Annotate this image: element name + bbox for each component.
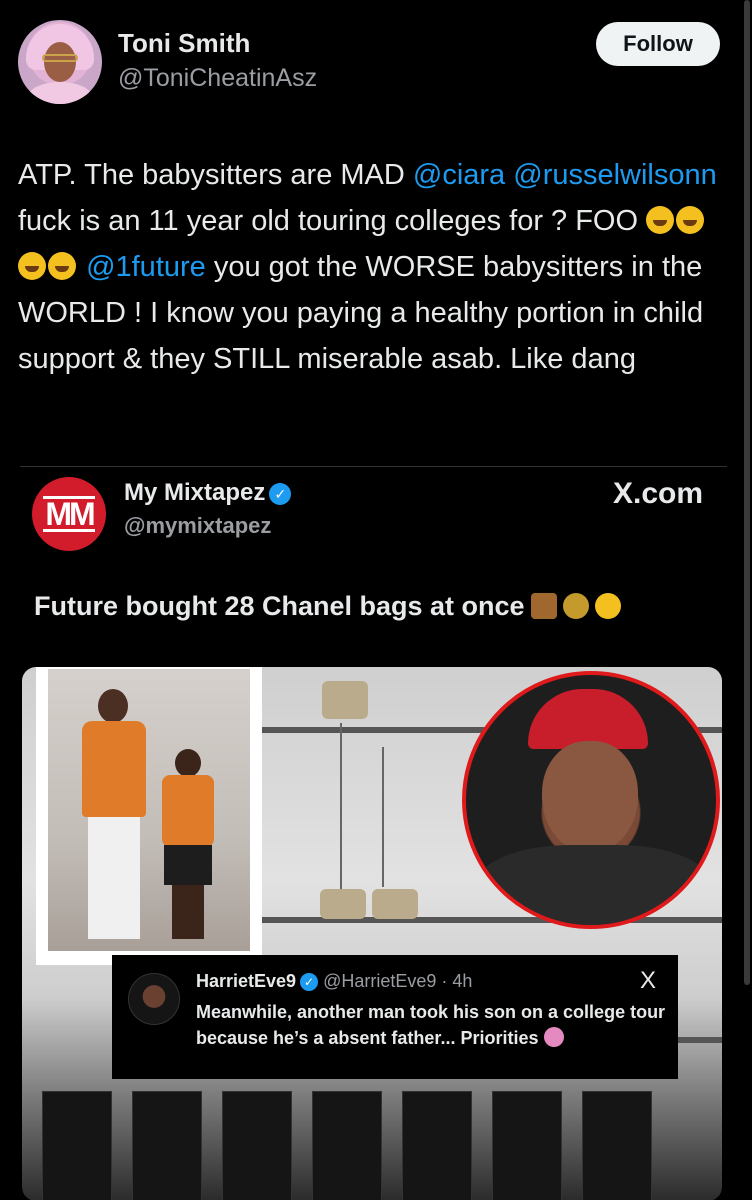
mention-link[interactable]: @1future [86, 251, 206, 283]
mymixtapez-logo: MM [32, 477, 106, 551]
reply-avatar [128, 973, 180, 1025]
embedded-image-card[interactable]: MM My Mixtapez ✓ @mymixtapez X.com Future… [20, 466, 727, 1200]
embed-headline: Future bought 28 Chanel bags at once [34, 591, 621, 622]
author-handle[interactable]: @ToniCheatinAsz [118, 64, 317, 93]
reply-author: HarrietEve9 ✓ @HarrietEve9 · 4h [196, 971, 473, 991]
embed-author-handle: @mymixtapez [124, 513, 272, 538]
flushed-face-emoji [594, 593, 621, 619]
future-portrait [462, 671, 720, 929]
verified-badge-icon: ✓ [300, 973, 319, 991]
reply-text: Meanwhile, another man took his son on a… [196, 1002, 666, 1048]
rolling-laughing-emoji [48, 252, 76, 280]
quoted-reply: HarrietEve9 ✓ @HarrietEve9 · 4h X Meanwhi… [112, 955, 678, 1079]
handbag-emoji [530, 593, 557, 619]
photo-collage [22, 667, 722, 1200]
man-figure [82, 689, 146, 939]
x-com-watermark: X.com [612, 477, 703, 510]
tweet-text-part: fuck is an 11 year old touring colleges … [18, 205, 647, 237]
rolling-laughing-emoji [676, 206, 705, 234]
author-display-name[interactable]: Toni Smith [118, 28, 250, 59]
mention-link[interactable]: @russelwilsonn [513, 159, 717, 191]
follow-button[interactable]: Follow [596, 22, 720, 66]
x-logo-icon: X [639, 967, 656, 994]
author-avatar[interactable] [18, 20, 102, 104]
college-tour-photo [36, 667, 262, 965]
money-bag-emoji [562, 593, 589, 619]
reply-handle-time: @HarrietEve9 · 4h [323, 971, 473, 991]
boy-figure [162, 749, 214, 939]
rolling-laughing-emoji [646, 206, 675, 234]
mention-link[interactable]: @ciara [413, 159, 505, 191]
shrug-emoji [543, 1027, 564, 1047]
embed-author-name: My Mixtapez ✓ [124, 479, 292, 507]
rolling-laughing-emoji [18, 252, 46, 280]
tweet-header: Toni Smith @ToniCheatinAsz Follow [0, 0, 752, 130]
scrollbar[interactable] [744, 0, 750, 985]
tweet-text-part: ATP. The babysitters are MAD [18, 159, 413, 191]
tweet-text: ATP. The babysitters are MAD @ciara @rus… [18, 152, 734, 382]
verified-badge-icon: ✓ [269, 483, 292, 505]
